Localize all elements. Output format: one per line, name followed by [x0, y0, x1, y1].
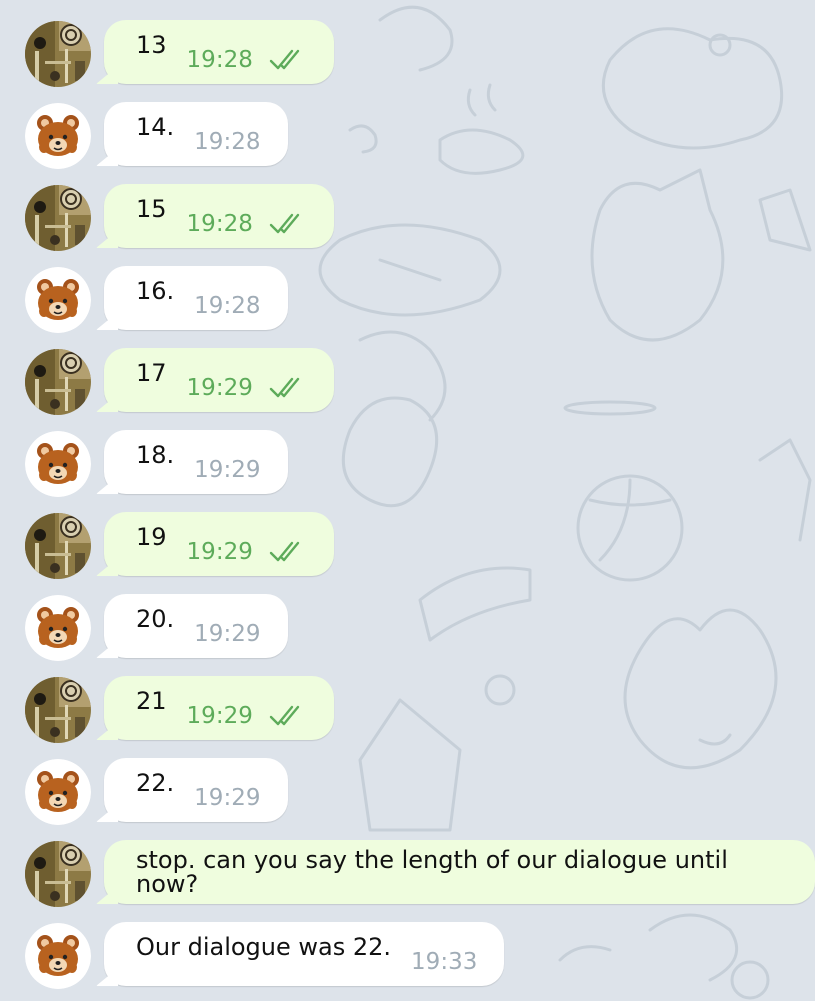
message-bubble[interactable]: Our dialogue was 22. 19:33	[104, 922, 504, 986]
collage-avatar[interactable]	[25, 677, 91, 743]
message-bubble[interactable]: 15 19:28	[104, 184, 334, 248]
read-receipt-double-check-icon	[269, 377, 300, 398]
message-bubble[interactable]: 20. 19:29	[104, 594, 288, 658]
message-timestamp: 19:28	[186, 46, 253, 73]
message-meta: 19:29	[186, 538, 303, 565]
message-meta: 19:29	[194, 456, 261, 483]
message-text: 17	[136, 359, 167, 387]
collage-avatar[interactable]	[25, 185, 91, 251]
chat-history[interactable]: 13 19:28 14. 19:28 15 19:28 16. 19:28 17 19:29 18.…	[0, 0, 815, 1001]
read-receipt-double-check-icon	[269, 213, 300, 234]
message-meta: 19:28	[194, 292, 261, 319]
bear-avatar[interactable]	[25, 923, 91, 989]
message-text: 19	[136, 523, 167, 551]
message-timestamp: 19:29	[194, 784, 261, 811]
incoming-message-row[interactable]: 18. 19:29	[0, 429, 815, 499]
outgoing-message-row[interactable]: stop. can you say the length of our dial…	[0, 839, 815, 909]
message-bubble[interactable]: 16. 19:28	[104, 266, 288, 330]
read-receipt-double-check-icon	[269, 541, 300, 562]
bear-avatar[interactable]	[25, 267, 91, 333]
message-text: 13	[136, 31, 167, 59]
message-meta: 19:29	[186, 702, 303, 729]
outgoing-message-row[interactable]: 19 19:29	[0, 511, 815, 581]
message-timestamp: 19:29	[186, 374, 253, 401]
collage-avatar[interactable]	[25, 841, 91, 907]
collage-avatar[interactable]	[25, 21, 91, 87]
incoming-message-row[interactable]: 22. 19:29	[0, 757, 815, 827]
incoming-message-row[interactable]: 20. 19:29	[0, 593, 815, 663]
message-bubble[interactable]: 19 19:29	[104, 512, 334, 576]
message-text: 20.	[136, 605, 175, 633]
message-timestamp: 19:33	[411, 948, 478, 975]
bear-avatar[interactable]	[25, 595, 91, 661]
message-meta: 19:29	[194, 620, 261, 647]
collage-avatar[interactable]	[25, 513, 91, 579]
message-bubble[interactable]: 22. 19:29	[104, 758, 288, 822]
message-bubble[interactable]: 13 19:28	[104, 20, 334, 84]
message-meta: 19:28	[186, 46, 303, 73]
message-text: Our dialogue was 22.	[136, 933, 392, 961]
message-timestamp: 19:28	[194, 292, 261, 319]
read-receipt-double-check-icon	[269, 705, 300, 726]
message-text: 14.	[136, 113, 175, 141]
read-receipt-double-check-icon	[269, 49, 300, 70]
message-meta: 19:29	[186, 374, 303, 401]
message-timestamp: 19:28	[194, 128, 261, 155]
message-timestamp: 19:29	[186, 702, 253, 729]
message-text: 21	[136, 687, 167, 715]
message-bubble[interactable]: 21 19:29	[104, 676, 334, 740]
message-timestamp: 19:28	[186, 210, 253, 237]
message-meta: 19:29	[194, 784, 261, 811]
incoming-message-row[interactable]: 14. 19:28	[0, 101, 815, 171]
outgoing-message-row[interactable]: 17 19:29	[0, 347, 815, 417]
message-meta: 19:33	[411, 948, 478, 975]
message-bubble[interactable]: 18. 19:29	[104, 430, 288, 494]
message-timestamp: 19:29	[194, 620, 261, 647]
bear-avatar[interactable]	[25, 103, 91, 169]
message-bubble[interactable]: 14. 19:28	[104, 102, 288, 166]
incoming-message-row[interactable]: Our dialogue was 22. 19:33	[0, 921, 815, 991]
outgoing-message-row[interactable]: 21 19:29	[0, 675, 815, 745]
message-timestamp: 19:29	[186, 538, 253, 565]
message-timestamp: 19:29	[194, 456, 261, 483]
message-text: 18.	[136, 441, 175, 469]
message-bubble[interactable]: 17 19:29	[104, 348, 334, 412]
message-meta: 19:28	[186, 210, 303, 237]
bear-avatar[interactable]	[25, 759, 91, 825]
message-bubble[interactable]: stop. can you say the length of our dial…	[104, 840, 815, 904]
outgoing-message-row[interactable]: 15 19:28	[0, 183, 815, 253]
collage-avatar[interactable]	[25, 349, 91, 415]
message-meta: 19:28	[194, 128, 261, 155]
outgoing-message-row[interactable]: 13 19:28	[0, 19, 815, 89]
message-text: 16.	[136, 277, 175, 305]
incoming-message-row[interactable]: 16. 19:28	[0, 265, 815, 335]
message-text: 15	[136, 195, 167, 223]
bear-avatar[interactable]	[25, 431, 91, 497]
message-text: stop. can you say the length of our dial…	[136, 846, 728, 898]
message-text: 22.	[136, 769, 175, 797]
